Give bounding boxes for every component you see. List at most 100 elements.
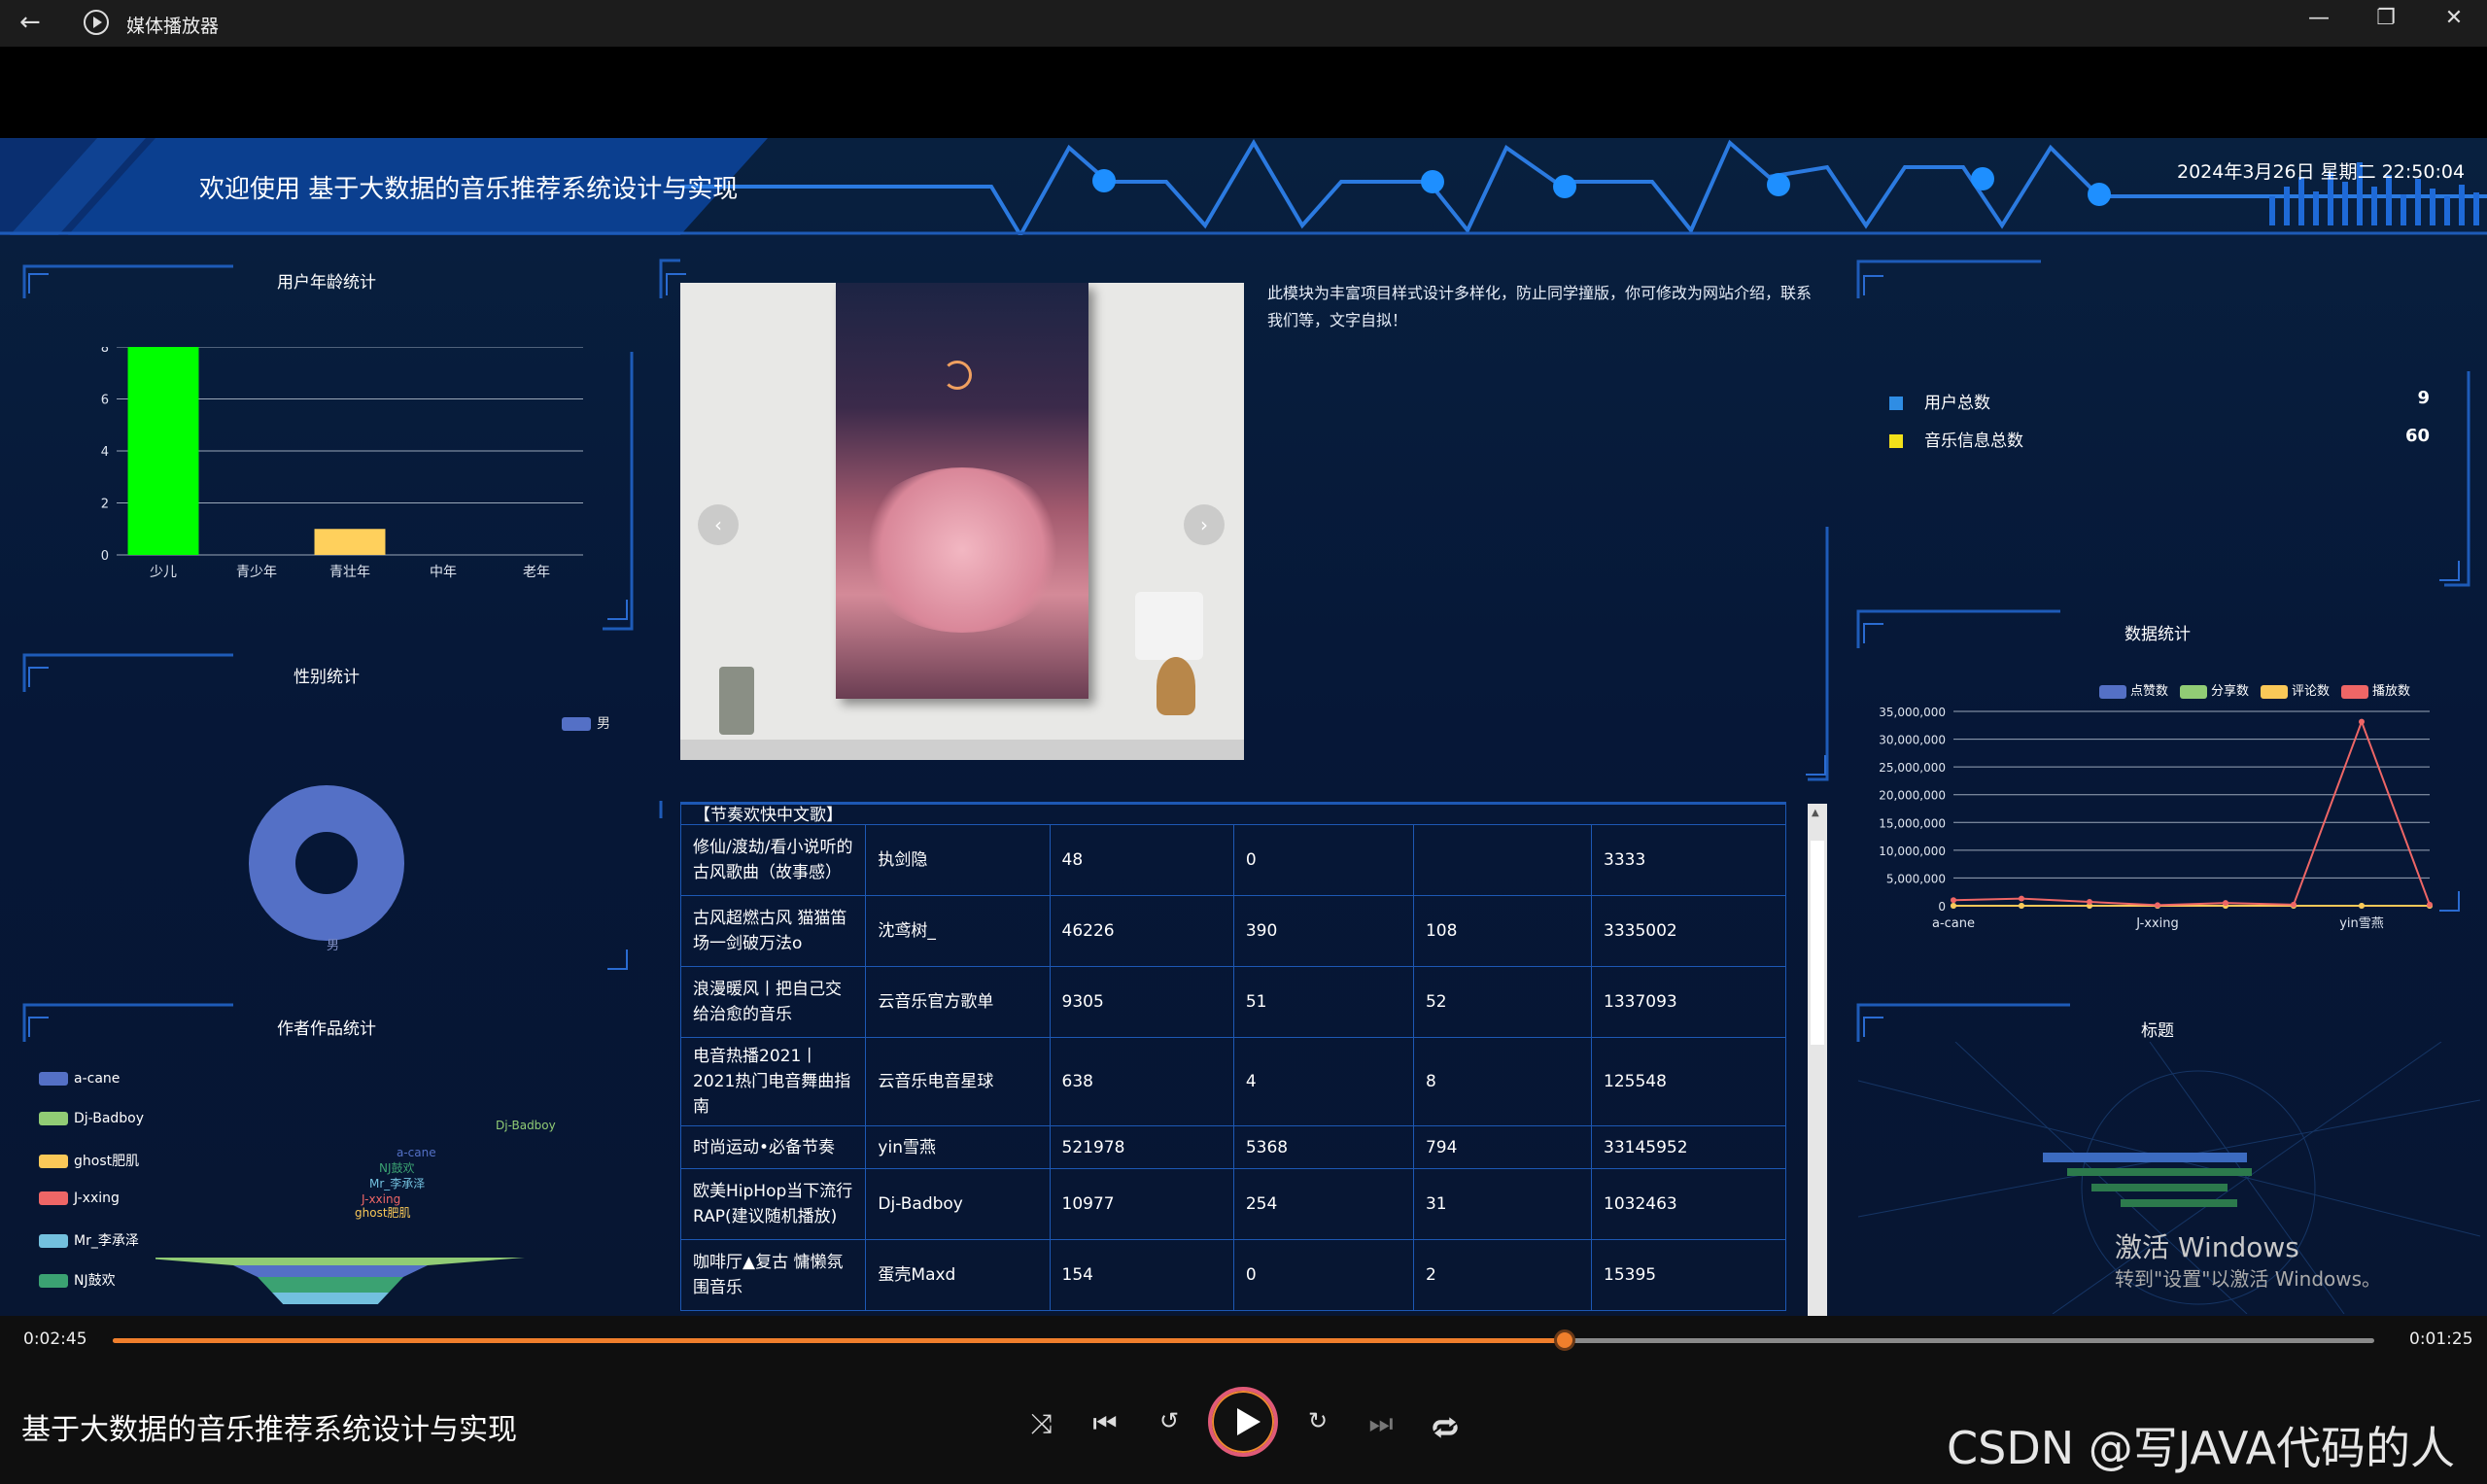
player-controls: 0:02:45 0:01:25 基于大数据的音乐推荐系统设计与实现 ⤨ ⏮ ↺ … (0, 1316, 2487, 1484)
table-cell: 51 (1232, 966, 1414, 1038)
csdn-watermark: CSDN @写JAVA代码的人 (1947, 1422, 2456, 1474)
table-scroll-thumb[interactable] (1811, 841, 1824, 1045)
table-cell: 浪漫暖风丨把自己交给治愈的音乐 (680, 966, 867, 1038)
works-legend-item[interactable]: Dj-Badboy (39, 1111, 144, 1126)
windows-activation-subtitle: 转到"设置"以激活 Windows。 (2115, 1267, 2382, 1291)
rewind-10-icon[interactable]: ↺ (1150, 1407, 1189, 1434)
funnel-label: Mr_李承泽 (369, 1176, 425, 1191)
table-cell (1412, 824, 1593, 896)
seek-bar[interactable] (113, 1329, 2374, 1351)
age-ytick-label: 2 (101, 498, 109, 512)
play-button[interactable] (1208, 1387, 1278, 1457)
restore-button[interactable]: ❐ (2366, 6, 2405, 30)
table-scrollbar[interactable]: ▲ (1808, 804, 1827, 1316)
back-arrow-icon[interactable]: ← (19, 8, 41, 37)
age-xtick-label: 老年 (523, 565, 550, 580)
table-row[interactable]: 电音热播2021丨2021热门电音舞曲指南 云音乐电音星球 638 4 8 125548 (680, 1037, 1786, 1126)
age-bar (314, 529, 386, 555)
works-legend-swatch (39, 1274, 68, 1288)
table-spacer-cell (680, 804, 1786, 825)
minimize-button[interactable]: — (2299, 6, 2338, 30)
table-cell: 执剑隐 (865, 824, 1051, 896)
image-carousel[interactable]: ‹ › (680, 283, 1244, 760)
dashboard-video-frame: 欢迎使用 基于大数据的音乐推荐系统设计与实现 2024年3月26日 星期二 22… (0, 138, 2487, 1316)
age-ytick-label: 8 (101, 347, 109, 356)
table-row[interactable]: 修仙/渡劫/看小说听的古风歌曲（故事感） 执剑隐 48 0 3333 (680, 824, 1786, 896)
works-legend-label: J-xxing (74, 1191, 120, 1206)
line-point (2359, 718, 2365, 725)
works-legend-item[interactable]: ghost肥肌 (39, 1151, 139, 1170)
project-intro-text: 此模块为丰富项目样式设计多样化，防止同学撞版，你可修改为网站介绍，联系我们等，文… (1267, 284, 1813, 329)
line-point (1951, 903, 1956, 909)
carousel-prev-icon[interactable]: ‹ (698, 504, 739, 545)
vase-decoration (719, 667, 754, 735)
works-legend-item[interactable]: Mr_李承泽 (39, 1230, 139, 1250)
carousel-next-icon[interactable]: › (1184, 504, 1225, 545)
funnel-segment (233, 1265, 428, 1277)
data-stats-title: 数据统计 (2124, 625, 2191, 644)
line-point (2359, 903, 2365, 909)
works-chart-title: 作者作品统计 (277, 1019, 376, 1039)
table-cell: 521978 (1049, 1125, 1234, 1169)
gender-legend-label: 男 (597, 716, 610, 732)
line-legend-label: 分享数 (2211, 684, 2250, 699)
table-row[interactable]: 时尚运动•必备节奏 yin雪燕 521978 5368 794 33145952 (680, 1125, 1786, 1169)
table-row[interactable]: 古风超燃古风 猫猫笛场一剑破万法o 沈鸢树_ 46226 390 108 3335002 (680, 895, 1786, 967)
works-legend-swatch (39, 1112, 68, 1125)
line-legend-item[interactable]: 评论数 (2261, 680, 2330, 699)
window-titlebar: ← 媒体播放器 — ❐ ✕ (0, 0, 2487, 47)
table-cell: 蛋壳Maxd (865, 1239, 1051, 1311)
table-cell: 咖啡厅▲复古 慵懒氛围音乐 (680, 1239, 867, 1311)
line-legend-item[interactable]: 点赞数 (2099, 680, 2168, 699)
funnel-label: a-cane (397, 1146, 436, 1159)
works-legend-item[interactable]: NJ鼓欢 (39, 1270, 116, 1290)
line-point (2223, 900, 2228, 907)
gender-legend-swatch[interactable] (562, 717, 591, 731)
elapsed-time: 0:02:45 (23, 1329, 87, 1349)
table-cell: 沈鸢树_ (865, 895, 1051, 967)
table-header-spacer (680, 804, 1786, 825)
user-total-row: 用户总数 (1889, 389, 1990, 413)
funnel-segment (272, 1293, 389, 1304)
music-total-swatch (1889, 434, 1903, 448)
data-stats-legend: 点赞数 分享数 评论数 播放数 (2099, 680, 2422, 699)
works-legend-item[interactable]: a-cane (39, 1071, 120, 1087)
repeat-icon[interactable]: 🔁︎ (1426, 1407, 1465, 1448)
previous-track-icon[interactable]: ⏮ (1086, 1407, 1124, 1440)
table-cell: 电音热播2021丨2021热门电音舞曲指南 (680, 1037, 867, 1126)
table-row[interactable]: 浪漫暖风丨把自己交给治愈的音乐 云音乐官方歌单 9305 51 52 1337093 (680, 966, 1786, 1038)
next-track-icon[interactable]: ⏭ (1362, 1407, 1400, 1440)
data-stats-line-chart: 0 5,000,000 10,000,000 15,000,000 20,000,000… (1879, 706, 2433, 931)
line-legend-label: 播放数 (2372, 684, 2411, 699)
line-legend-item[interactable]: 播放数 (2341, 680, 2410, 699)
table-cell: 10977 (1049, 1168, 1234, 1240)
music-table: 修仙/渡劫/看小说听的古风歌曲（故事感） 执剑隐 48 0 3333 古风超燃古风 猫猫笛… (680, 804, 1786, 1311)
age-xtick-label: 青壮年 (329, 565, 370, 580)
table-cell: 1032463 (1591, 1168, 1786, 1240)
close-button[interactable]: ✕ (2435, 6, 2473, 30)
line-xtick-label: yin雪燕 (2339, 916, 2384, 931)
shuffle-icon[interactable]: ⤨ (1022, 1407, 1061, 1440)
table-row[interactable]: 咖啡厅▲复古 慵懒氛围音乐 蛋壳Maxd 154 0 2 15395 (680, 1239, 1786, 1311)
table-row[interactable]: 欧美HipHop当下流行RAP(建议随机播放) Dj-Badboy 10977 254… (680, 1168, 1786, 1240)
table-cell: yin雪燕 (865, 1125, 1051, 1169)
line-xtick-label: a-cane (1932, 916, 1975, 931)
table-cell: 794 (1412, 1125, 1593, 1169)
seek-knob[interactable] (1553, 1329, 1575, 1351)
works-legend-item[interactable]: J-xxing (39, 1191, 120, 1206)
user-total-label: 用户总数 (1924, 394, 1990, 413)
scroll-up-icon[interactable]: ▲ (1812, 808, 1819, 818)
table-cell: 3333 (1591, 824, 1786, 896)
funnel-label: Dj-Badboy (496, 1119, 556, 1132)
lamp-base (1157, 657, 1195, 715)
forward-30-icon[interactable]: ↻ (1298, 1407, 1337, 1434)
windows-activation-title: 激活 Windows (2115, 1231, 2299, 1263)
works-legend-label: Dj-Badboy (74, 1111, 145, 1126)
funnel-label: J-xxing (361, 1192, 400, 1206)
line-legend-item[interactable]: 分享数 (2180, 680, 2249, 699)
table-cell: Dj-Badboy (865, 1168, 1051, 1240)
table-cell: 33145952 (1591, 1125, 1786, 1169)
lamp-shade (1135, 592, 1203, 660)
gender-slice (249, 785, 404, 941)
funnel-segment (258, 1277, 403, 1293)
